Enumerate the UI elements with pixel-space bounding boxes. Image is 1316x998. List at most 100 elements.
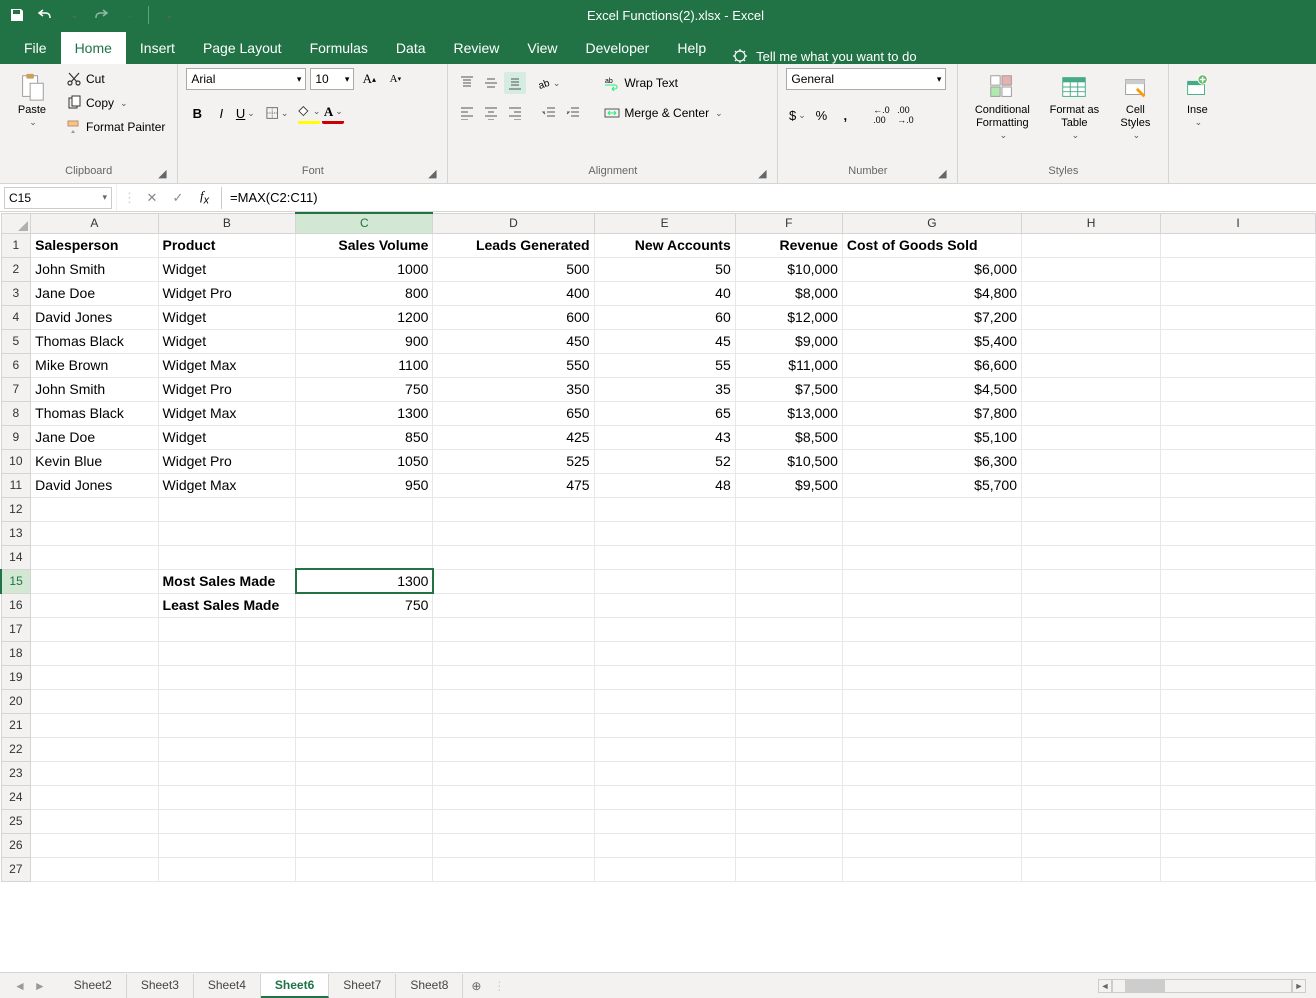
cell-E4[interactable]: 60 <box>594 305 735 329</box>
cell-H7[interactable] <box>1022 377 1161 401</box>
cell-I6[interactable] <box>1161 353 1316 377</box>
cell-D18[interactable] <box>433 641 594 665</box>
cell-B22[interactable] <box>158 737 296 761</box>
cell-F14[interactable] <box>735 545 842 569</box>
cell-E13[interactable] <box>594 521 735 545</box>
cell-C16[interactable]: 750 <box>296 593 433 617</box>
cell-B15[interactable]: Most Sales Made <box>158 569 296 593</box>
row-header-18[interactable]: 18 <box>1 641 31 665</box>
cell-I8[interactable] <box>1161 401 1316 425</box>
cell-D10[interactable]: 525 <box>433 449 594 473</box>
row-header-23[interactable]: 23 <box>1 761 31 785</box>
cell-D11[interactable]: 475 <box>433 473 594 497</box>
cell-H24[interactable] <box>1022 785 1161 809</box>
qat-customize[interactable] <box>157 4 179 26</box>
cell-F25[interactable] <box>735 809 842 833</box>
cell-H9[interactable] <box>1022 425 1161 449</box>
cell-E9[interactable]: 43 <box>594 425 735 449</box>
bold-button[interactable]: B <box>186 102 208 124</box>
align-left-icon[interactable] <box>456 102 478 124</box>
cell-G8[interactable]: $7,800 <box>842 401 1021 425</box>
cell-F22[interactable] <box>735 737 842 761</box>
tab-home[interactable]: Home <box>61 32 126 64</box>
cell-A17[interactable] <box>31 617 158 641</box>
sheet-tab-sheet8[interactable]: Sheet8 <box>396 974 463 998</box>
cell-C10[interactable]: 1050 <box>296 449 433 473</box>
cell-C7[interactable]: 750 <box>296 377 433 401</box>
col-header-I[interactable]: I <box>1161 213 1316 233</box>
cell-D17[interactable] <box>433 617 594 641</box>
cell-I17[interactable] <box>1161 617 1316 641</box>
cell-D25[interactable] <box>433 809 594 833</box>
row-header-13[interactable]: 13 <box>1 521 31 545</box>
cell-F20[interactable] <box>735 689 842 713</box>
cell-A1[interactable]: Salesperson <box>31 233 158 257</box>
cell-H8[interactable] <box>1022 401 1161 425</box>
cell-I1[interactable] <box>1161 233 1316 257</box>
row-header-15[interactable]: 15 <box>1 569 31 593</box>
cell-F18[interactable] <box>735 641 842 665</box>
cell-E14[interactable] <box>594 545 735 569</box>
cell-I21[interactable] <box>1161 713 1316 737</box>
sheet-nav-next[interactable]: ► <box>34 979 46 993</box>
cell-A10[interactable]: Kevin Blue <box>31 449 158 473</box>
cell-F13[interactable] <box>735 521 842 545</box>
col-header-C[interactable]: C <box>296 213 433 233</box>
row-header-25[interactable]: 25 <box>1 809 31 833</box>
cell-G13[interactable] <box>842 521 1021 545</box>
cell-G9[interactable]: $5,100 <box>842 425 1021 449</box>
cell-E24[interactable] <box>594 785 735 809</box>
cell-B17[interactable] <box>158 617 296 641</box>
cell-B23[interactable] <box>158 761 296 785</box>
align-middle-icon[interactable] <box>480 72 502 94</box>
tab-developer[interactable]: Developer <box>572 32 664 64</box>
cell-F4[interactable]: $12,000 <box>735 305 842 329</box>
align-right-icon[interactable] <box>504 102 526 124</box>
cell-C8[interactable]: 1300 <box>296 401 433 425</box>
cell-D27[interactable] <box>433 857 594 881</box>
cell-B11[interactable]: Widget Max <box>158 473 296 497</box>
cell-C3[interactable]: 800 <box>296 281 433 305</box>
cell-G10[interactable]: $6,300 <box>842 449 1021 473</box>
cell-I25[interactable] <box>1161 809 1316 833</box>
cell-G11[interactable]: $5,700 <box>842 473 1021 497</box>
row-header-8[interactable]: 8 <box>1 401 31 425</box>
cell-H19[interactable] <box>1022 665 1161 689</box>
row-header-16[interactable]: 16 <box>1 593 31 617</box>
cell-F27[interactable] <box>735 857 842 881</box>
clipboard-dialog-launcher[interactable]: ◢ <box>155 167 169 181</box>
row-header-26[interactable]: 26 <box>1 833 31 857</box>
cell-I15[interactable] <box>1161 569 1316 593</box>
decrease-font-icon[interactable]: A▾ <box>384 68 406 90</box>
cell-A8[interactable]: Thomas Black <box>31 401 158 425</box>
cell-D12[interactable] <box>433 497 594 521</box>
cell-F11[interactable]: $9,500 <box>735 473 842 497</box>
cell-C22[interactable] <box>296 737 433 761</box>
cell-E15[interactable] <box>594 569 735 593</box>
undo-icon[interactable] <box>34 4 56 26</box>
cell-D20[interactable] <box>433 689 594 713</box>
cell-B9[interactable]: Widget <box>158 425 296 449</box>
tab-insert[interactable]: Insert <box>126 32 189 64</box>
cell-F12[interactable] <box>735 497 842 521</box>
cell-E12[interactable] <box>594 497 735 521</box>
cell-E17[interactable] <box>594 617 735 641</box>
cell-I27[interactable] <box>1161 857 1316 881</box>
cell-D15[interactable] <box>433 569 594 593</box>
cell-C5[interactable]: 900 <box>296 329 433 353</box>
cell-A6[interactable]: Mike Brown <box>31 353 158 377</box>
cell-I7[interactable] <box>1161 377 1316 401</box>
cell-G1[interactable]: Cost of Goods Sold <box>842 233 1021 257</box>
cell-H12[interactable] <box>1022 497 1161 521</box>
cell-I3[interactable] <box>1161 281 1316 305</box>
save-icon[interactable] <box>6 4 28 26</box>
alignment-dialog-launcher[interactable]: ◢ <box>755 167 769 181</box>
cell-F21[interactable] <box>735 713 842 737</box>
cell-C9[interactable]: 850 <box>296 425 433 449</box>
cell-G26[interactable] <box>842 833 1021 857</box>
currency-icon[interactable]: $ <box>786 104 808 126</box>
row-header-19[interactable]: 19 <box>1 665 31 689</box>
conditional-formatting-button[interactable]: Conditional Formatting <box>966 68 1038 145</box>
enter-formula-icon[interactable]: ✓ <box>168 188 188 208</box>
cell-H26[interactable] <box>1022 833 1161 857</box>
